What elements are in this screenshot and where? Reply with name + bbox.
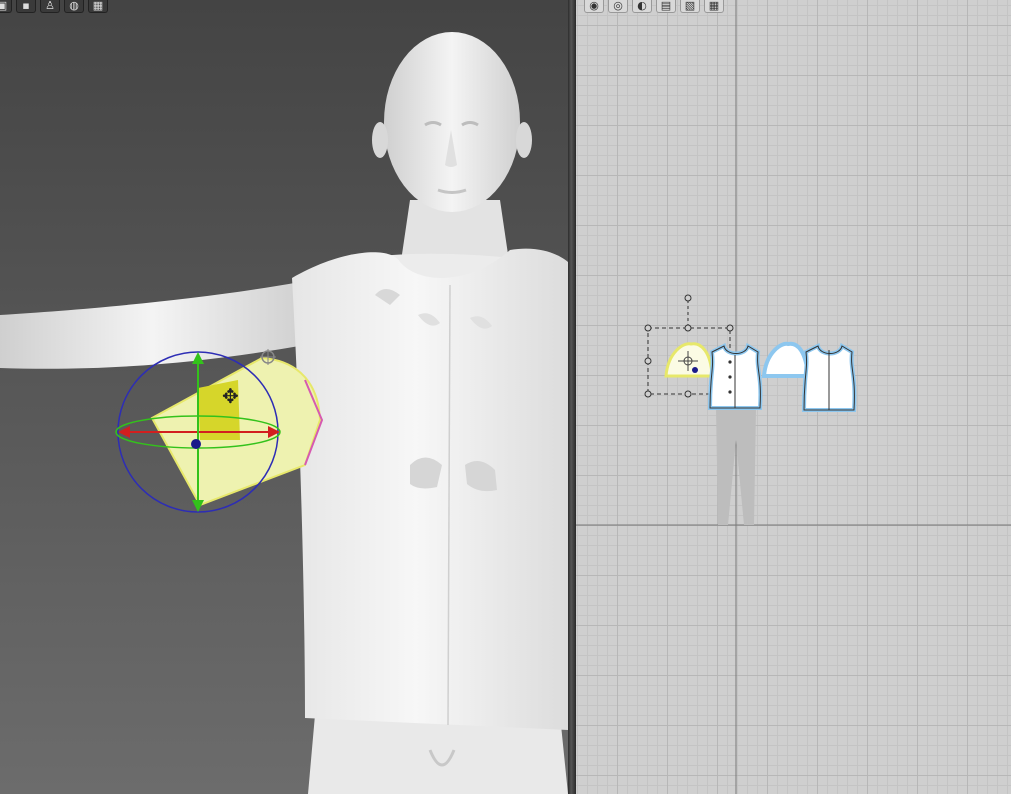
eye-settings-icon[interactable]: ◎ <box>608 0 628 13</box>
layers-icon[interactable]: ▧ <box>680 0 700 13</box>
move-cursor-icon: ✥ <box>222 384 239 408</box>
note-icon[interactable]: ▤ <box>656 0 676 13</box>
sleeve-piece-selected[interactable] <box>664 342 714 378</box>
trace-icon[interactable]: ◐ <box>632 0 652 13</box>
toolbar-2d: ◉ ◎ ◐ ▤ ▧ ▦ <box>584 0 724 13</box>
garment-display-icon[interactable]: ▣ <box>0 0 12 13</box>
toolbar-3d: ▣ ▪ ♙ ◍ ▦ <box>0 0 108 13</box>
avatar-head <box>384 32 520 212</box>
texture-icon[interactable]: ◍ <box>64 0 84 13</box>
grid-display-icon[interactable]: ▦ <box>88 0 108 13</box>
3d-scene[interactable] <box>0 0 568 794</box>
avatar-arm <box>0 282 305 369</box>
3d-viewport[interactable]: ✥ <box>0 0 568 794</box>
front-bodice-piece[interactable] <box>707 342 763 410</box>
avatar-display-icon[interactable]: ▪ <box>16 0 36 13</box>
viewport-splitter[interactable] <box>568 0 576 794</box>
grid-2d-icon[interactable]: ▦ <box>704 0 724 13</box>
sleeve-piece-right[interactable] <box>761 341 811 378</box>
garment-vest[interactable] <box>292 248 568 730</box>
back-bodice-piece[interactable] <box>801 342 857 412</box>
2d-pattern-scene[interactable] <box>576 0 1011 794</box>
eye-display-icon[interactable]: ◉ <box>584 0 604 13</box>
2d-pattern-viewport[interactable] <box>576 0 1011 794</box>
avatar-pose-icon[interactable]: ♙ <box>40 0 60 13</box>
